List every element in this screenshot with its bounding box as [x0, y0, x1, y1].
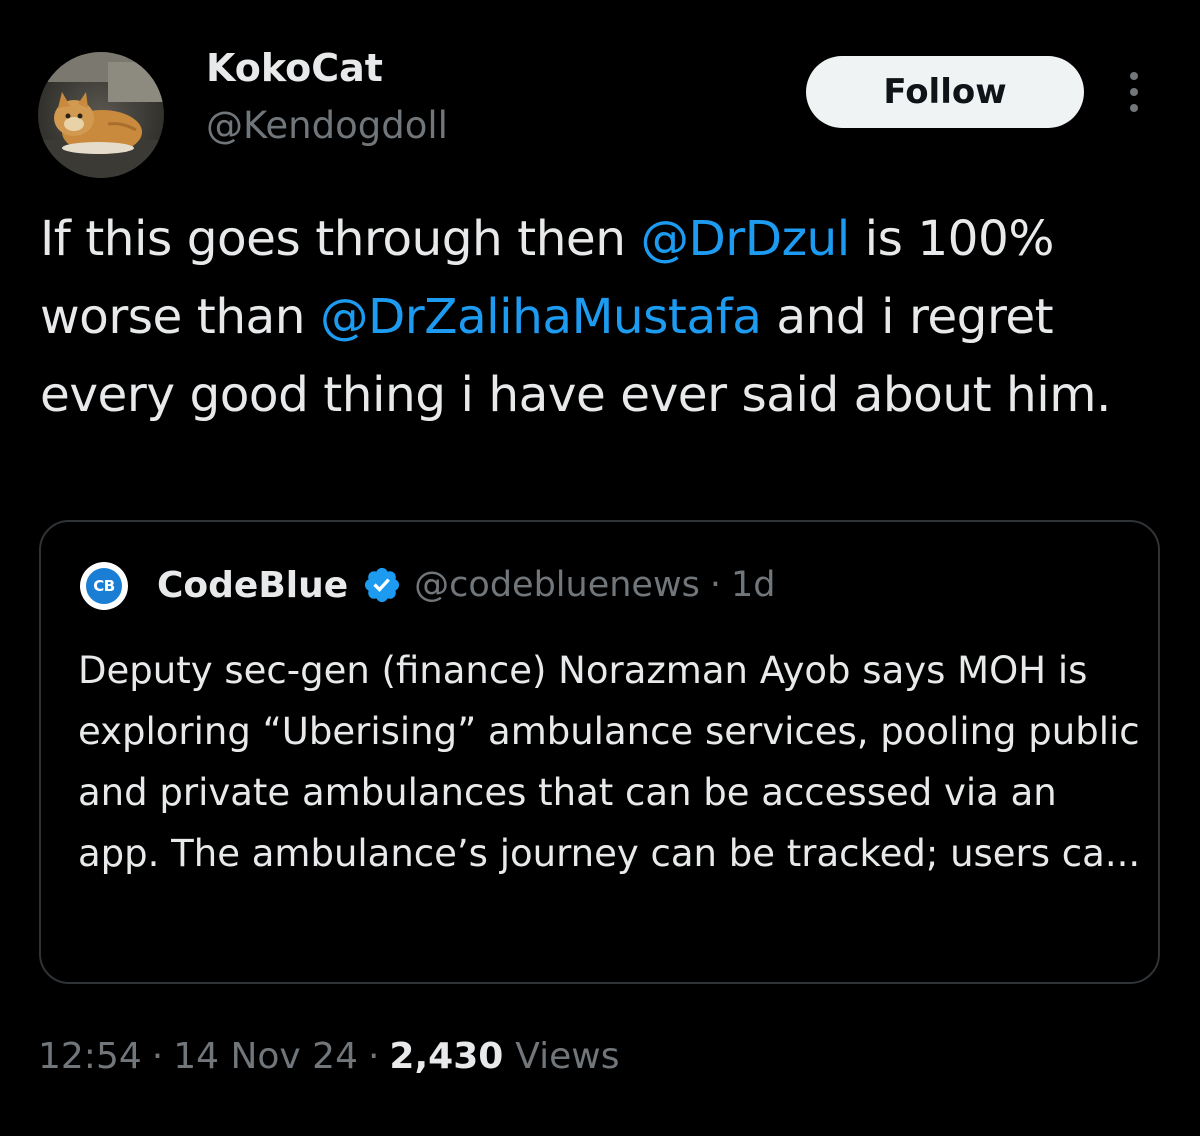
more-dot — [1130, 104, 1138, 112]
separator-dot: · — [367, 1036, 380, 1077]
tweet-meta: 12:54 · 14 Nov 24 · 2,430 Views — [38, 1036, 619, 1077]
more-options-icon[interactable] — [1116, 68, 1152, 116]
codeblue-logo[interactable]: CB — [80, 562, 128, 610]
quoted-author-name[interactable]: CodeBlue — [157, 565, 348, 606]
author-handle[interactable]: @Kendogdoll — [206, 104, 448, 147]
quoted-tweet-time[interactable]: 1d — [731, 565, 776, 605]
tweet-date[interactable]: 14 Nov 24 — [173, 1036, 358, 1077]
tweet-text: If this goes through then @DrDzul is 100… — [40, 200, 1170, 434]
mention-link[interactable]: @DrZalihaMustafa — [320, 289, 762, 345]
quoted-tweet-text: Deputy sec-gen (finance) Norazman Ayob s… — [78, 649, 1141, 875]
quoted-tweet-header: CodeBlue @codebluenews · 1d — [157, 560, 775, 610]
separator-dot: · — [151, 1036, 164, 1077]
separator-dot: · — [709, 565, 721, 605]
views-count[interactable]: 2,430 — [389, 1036, 503, 1077]
cat-avatar-image — [38, 52, 164, 178]
quoted-author-handle[interactable]: @codebluenews — [414, 565, 700, 605]
mention-link[interactable]: @DrDzul — [640, 211, 850, 267]
author-avatar[interactable] — [38, 52, 164, 178]
tweet-time[interactable]: 12:54 — [38, 1036, 142, 1077]
follow-button[interactable]: Follow — [806, 56, 1084, 128]
tweet-text-segment: If this goes through then — [40, 211, 641, 267]
codeblue-logo-text: CB — [93, 577, 115, 595]
more-dot — [1130, 72, 1138, 80]
views-label: Views — [515, 1036, 620, 1077]
verified-badge-icon — [365, 567, 400, 603]
author-name[interactable]: KokoCat — [206, 46, 383, 90]
more-dot — [1130, 88, 1138, 96]
codeblue-logo-circle: CB — [84, 566, 124, 606]
